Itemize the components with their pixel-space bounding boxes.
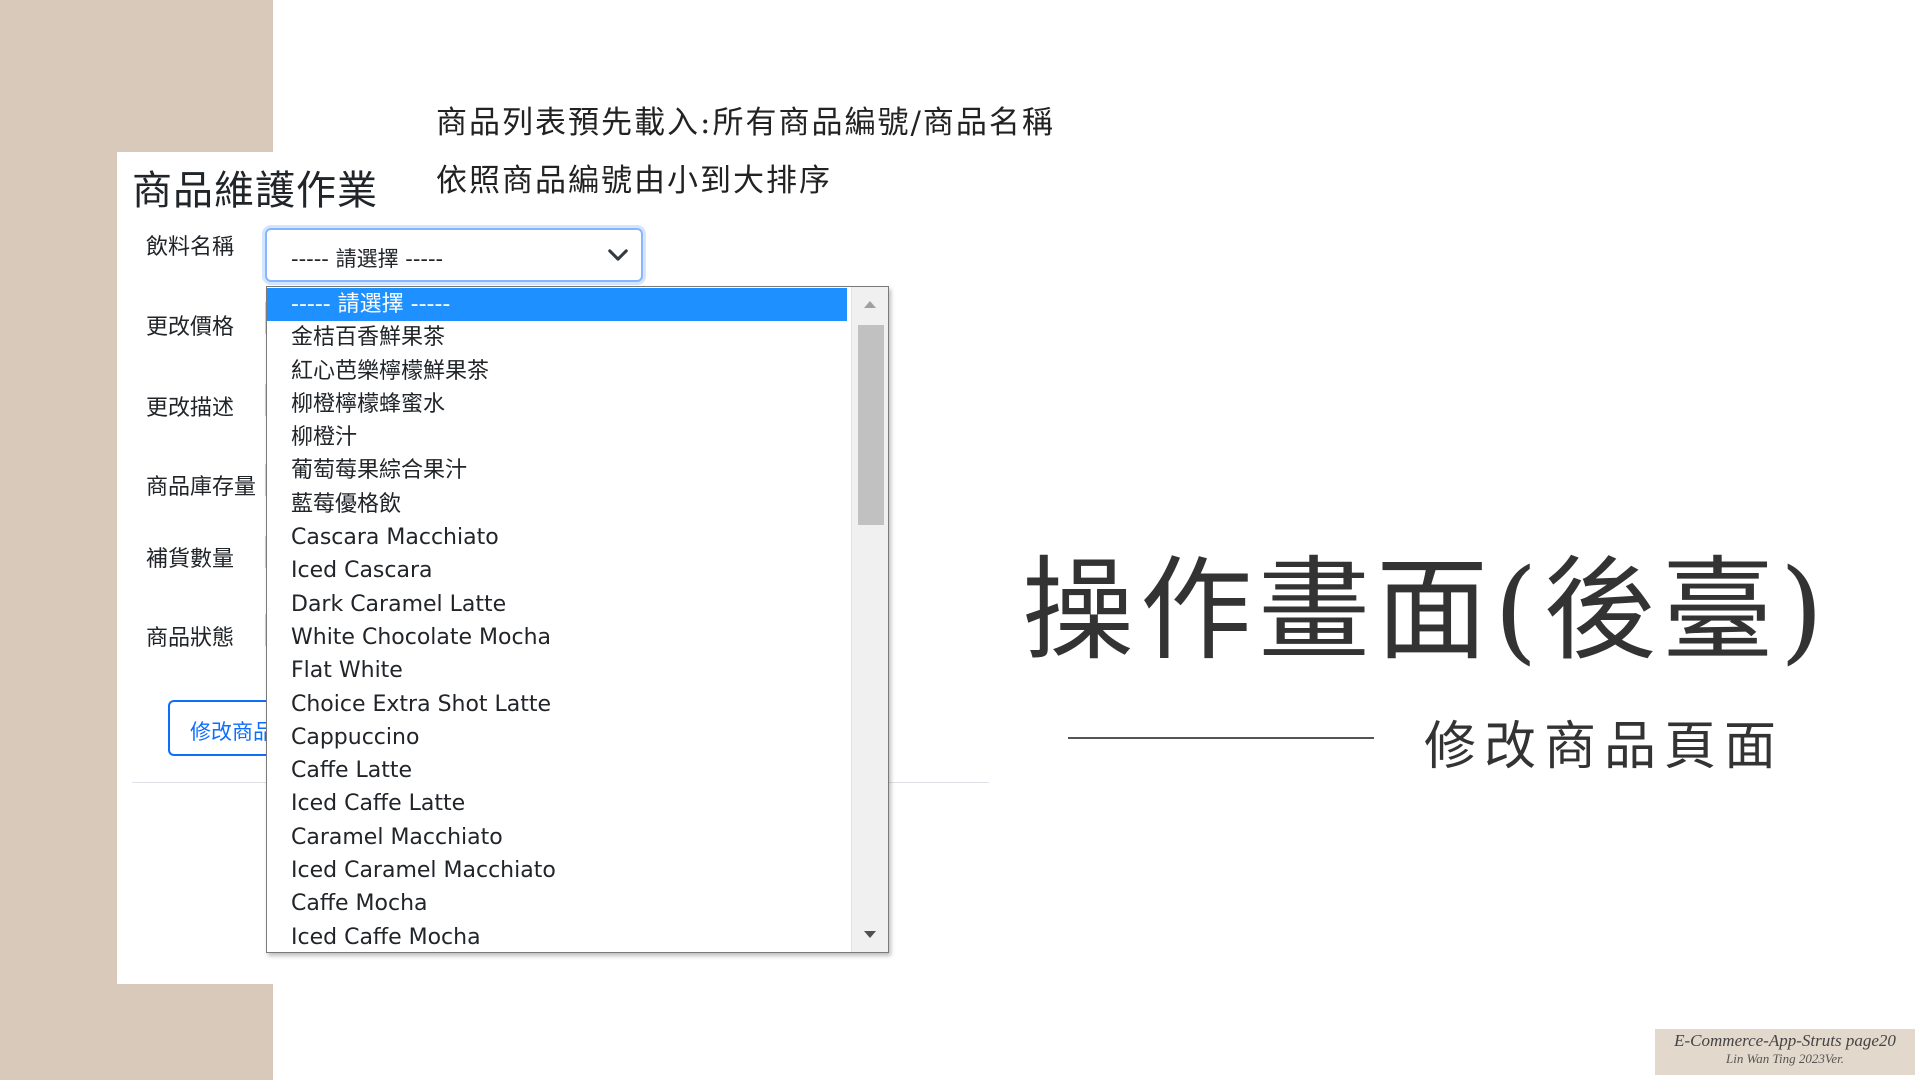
dropdown-option[interactable]: 藍莓優格飲 [267,488,847,521]
title-rule [1068,737,1374,739]
dropdown-option[interactable]: Choice Extra Shot Latte [267,688,847,721]
scrollbar[interactable] [851,287,888,952]
dropdown-option[interactable]: Flat White [267,654,847,687]
dropdown-option[interactable]: Caffe Latte [267,754,847,787]
label-drink-name: 飲料名稱 [146,235,235,260]
chevron-down-icon [608,249,628,261]
dropdown-option[interactable]: Iced Cascara [267,554,847,587]
note-sort-order: 依照商品編號由小到大排序 [436,163,832,199]
dropdown-option[interactable]: Iced Caramel Macchiato [267,854,847,887]
slide-main-title: 操作畫面(後臺) [1022,546,1830,676]
dropdown-option[interactable]: Cascara Macchiato [267,521,847,554]
scrollbar-thumb[interactable] [858,325,884,525]
label-status: 商品狀態 [146,626,235,651]
label-stock: 商品庫存量 [146,475,257,500]
dropdown-option[interactable]: White Chocolate Mocha [267,621,847,654]
option-list: ----- 請選擇 ----- 金桔百香鮮果茶 紅心芭樂檸檬鮮果茶 柳橙檸檬蜂蜜水 柳橙… [267,288,847,952]
slide-subtitle: 修改商品頁面 [1424,717,1785,777]
note-preload: 商品列表預先載入:所有商品編號/商品名稱 [436,105,1055,141]
footer-credit: E-Commerce-App-Struts page20 Lin Wan Tin… [1655,1029,1915,1075]
dropdown-option[interactable]: 紅心芭樂檸檬鮮果茶 [267,355,847,388]
dropdown-option[interactable]: Cappuccino [267,721,847,754]
dropdown-option[interactable]: Iced Caffe Mocha [267,921,847,952]
dropdown-option[interactable]: 柳橙汁 [267,421,847,454]
dropdown-option[interactable]: Caffe Mocha [267,887,847,920]
scroll-down-arrow-icon[interactable] [852,918,888,952]
footer-line1: E-Commerce-App-Struts page20 [1674,1031,1896,1050]
drink-name-dropdown-list[interactable]: ----- 請選擇 ----- 金桔百香鮮果茶 紅心芭樂檸檬鮮果茶 柳橙檸檬蜂蜜水 柳橙… [266,286,889,953]
select-current-value: ----- 請選擇 ----- [291,247,444,271]
drink-name-select[interactable]: ----- 請選擇 ----- [265,228,643,282]
footer-line2: Lin Wan Ting 2023Ver. [1726,1051,1844,1066]
dropdown-option[interactable]: 金桔百香鮮果茶 [267,321,847,354]
dropdown-option[interactable]: Iced Caffe Latte [267,787,847,820]
scroll-up-arrow-icon[interactable] [852,287,888,321]
label-change-desc: 更改描述 [146,396,235,421]
page-title: 商品維護作業 [132,168,378,214]
dropdown-option[interactable]: ----- 請選擇 ----- [267,288,847,322]
dropdown-option[interactable]: Dark Caramel Latte [267,588,847,621]
label-restock: 補貨數量 [146,547,235,572]
label-change-price: 更改價格 [146,315,235,340]
dropdown-option[interactable]: 柳橙檸檬蜂蜜水 [267,388,847,421]
dropdown-option[interactable]: Caramel Macchiato [267,821,847,854]
dropdown-option[interactable]: 葡萄莓果綜合果汁 [267,454,847,487]
